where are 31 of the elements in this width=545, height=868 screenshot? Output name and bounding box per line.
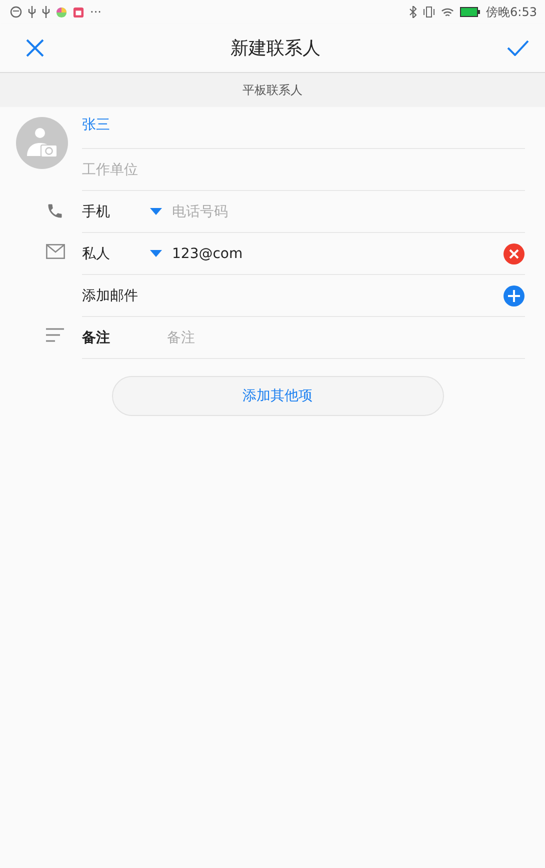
app-icon	[73, 6, 84, 18]
close-icon[interactable]	[26, 39, 44, 57]
phone-icon	[46, 202, 64, 220]
company-field[interactable]: 工作单位	[82, 162, 256, 178]
wifi-icon	[441, 6, 454, 18]
add-email-label[interactable]: 添加邮件	[82, 286, 503, 304]
clear-icon[interactable]	[503, 242, 525, 264]
name-field[interactable]: 张三	[82, 117, 256, 133]
usb-icon	[28, 6, 36, 18]
notes-label: 备注	[82, 328, 111, 346]
overflow-dots: ···	[90, 5, 102, 19]
usb-icon	[42, 6, 50, 18]
vibrate-icon	[423, 6, 436, 18]
type-label[interactable]: 私人	[82, 244, 150, 262]
notes-icon	[46, 328, 64, 342]
type-label[interactable]: 手机	[82, 202, 150, 220]
envelope-icon	[46, 244, 65, 259]
email-field[interactable]: 123@com	[172, 246, 503, 262]
clock-time: 傍晚6:53	[486, 4, 537, 20]
dropdown-triangle-icon[interactable]	[150, 208, 162, 215]
bluetooth-icon	[409, 6, 418, 18]
checkmark-icon[interactable]	[507, 40, 529, 56]
phone-field[interactable]: 电话号码	[172, 204, 525, 220]
account-label: 平板联系人	[242, 82, 302, 98]
add-other-button[interactable]: 添加其他项	[112, 376, 444, 416]
page-title: 新建联系人	[230, 37, 322, 60]
app-icon	[56, 6, 67, 18]
add-icon[interactable]	[503, 284, 525, 306]
dropdown-triangle-icon[interactable]	[150, 250, 162, 257]
battery-icon	[460, 7, 480, 17]
notes-field[interactable]: 备注	[167, 330, 525, 346]
